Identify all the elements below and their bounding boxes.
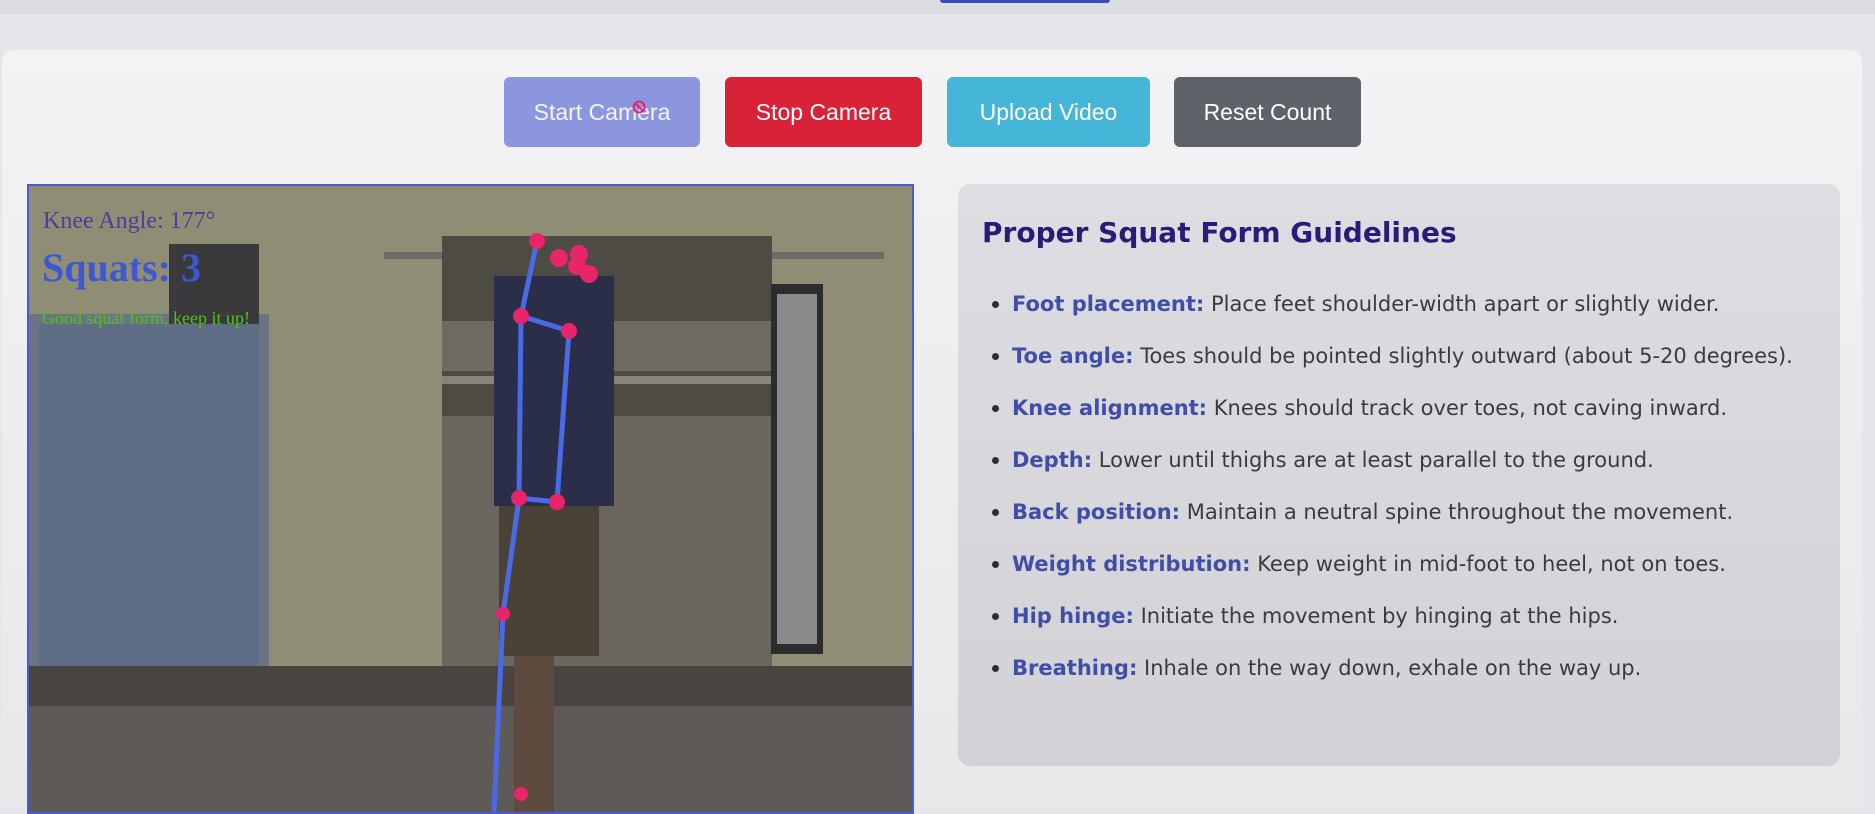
guideline-item-knee-alignment: Knee alignment: Knees should track over … <box>982 388 1812 428</box>
guideline-item-toe-angle: Toe angle: Toes should be pointed slight… <box>982 336 1812 376</box>
guideline-item-weight-distribution: Weight distribution: Keep weight in mid-… <box>982 544 1812 584</box>
guideline-text: Place feet shoulder-width apart or sligh… <box>1211 292 1720 316</box>
guideline-text: Keep weight in mid-foot to heel, not on … <box>1257 552 1726 576</box>
knee-angle-readout: Knee Angle: 177° <box>43 208 216 234</box>
active-tab-indicator <box>940 0 1110 3</box>
stop-camera-button[interactable]: Stop Camera <box>725 77 922 147</box>
camera-feed: Knee Angle: 177° Squats: 3 Good squat fo… <box>27 184 914 814</box>
guidelines-list: Foot placement: Place feet shoulder-widt… <box>982 284 1812 700</box>
guideline-term: Knee alignment: <box>1012 396 1208 420</box>
start-camera-button[interactable]: Start Camera <box>504 77 700 147</box>
guideline-text: Inhale on the way down, exhale on the wa… <box>1144 656 1642 680</box>
guideline-text: Lower until thighs are at least parallel… <box>1098 448 1654 472</box>
guideline-text: Initiate the movement by hinging at the … <box>1140 604 1619 628</box>
guideline-term: Back position: <box>1012 500 1181 524</box>
guideline-text: Toes should be pointed slightly outward … <box>1140 344 1793 368</box>
guidelines-panel: Proper Squat Form Guidelines Foot placem… <box>958 184 1840 766</box>
guideline-item-foot-placement: Foot placement: Place feet shoulder-widt… <box>982 284 1812 324</box>
guideline-text: Knees should track over toes, not caving… <box>1213 396 1727 420</box>
guideline-term: Toe angle: <box>1012 344 1134 368</box>
guideline-item-back-position: Back position: Maintain a neutral spine … <box>982 492 1812 532</box>
guideline-term: Foot placement: <box>1012 292 1205 316</box>
guideline-item-depth: Depth: Lower until thighs are at least p… <box>982 440 1812 480</box>
guideline-item-hip-hinge: Hip hinge: Initiate the movement by hing… <box>982 596 1812 636</box>
guideline-term: Depth: <box>1012 448 1093 472</box>
form-feedback: Good squat form, keep it up! <box>42 308 250 328</box>
not-allowed-cursor-icon <box>632 100 646 114</box>
guideline-term: Hip hinge: <box>1012 604 1134 628</box>
top-strip <box>0 0 1875 14</box>
guidelines-title: Proper Squat Form Guidelines <box>982 216 1457 249</box>
squat-counter: Squats: 3 <box>42 245 201 290</box>
guideline-item-breathing: Breathing: Inhale on the way down, exhal… <box>982 648 1812 688</box>
upload-video-button[interactable]: Upload Video <box>947 77 1150 147</box>
reset-count-button[interactable]: Reset Count <box>1174 77 1361 147</box>
guideline-text: Maintain a neutral spine throughout the … <box>1186 500 1734 524</box>
guideline-term: Weight distribution: <box>1012 552 1251 576</box>
guideline-term: Breathing: <box>1012 656 1138 680</box>
